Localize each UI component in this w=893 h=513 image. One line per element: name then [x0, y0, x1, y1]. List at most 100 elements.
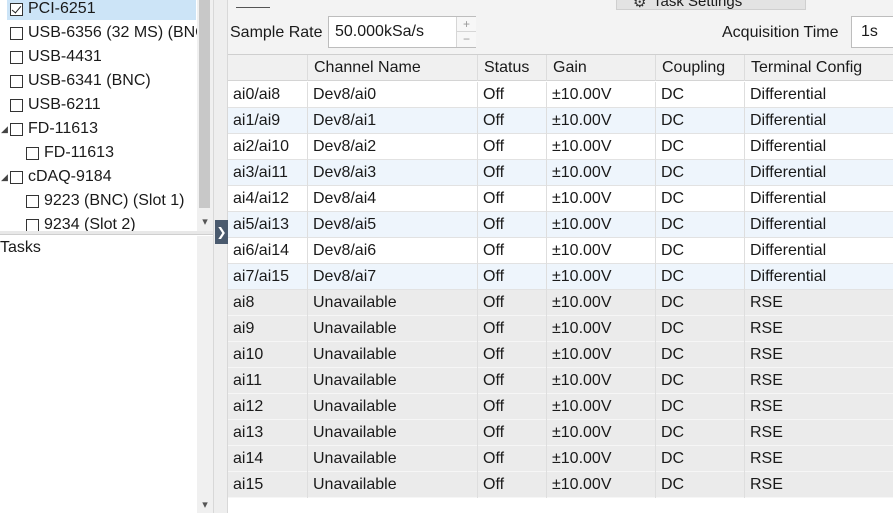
- channel-cell[interactable]: ai2/ai10: [228, 134, 308, 160]
- channel-cell[interactable]: ai7/ai15: [228, 264, 308, 290]
- terminal-config-cell[interactable]: RSE: [745, 316, 893, 342]
- pane-splitter-vertical[interactable]: ❯: [213, 0, 228, 513]
- status-cell[interactable]: Off: [478, 264, 547, 290]
- tree-item-checkbox[interactable]: [10, 123, 23, 136]
- table-row[interactable]: ai8 Unavailable Off ±10.00V DC RSE: [228, 290, 893, 316]
- channel-name-cell[interactable]: Unavailable: [308, 342, 478, 368]
- channel-name-cell[interactable]: Dev8/ai3: [308, 160, 478, 186]
- tree-item[interactable]: USB-6341 (BNC): [0, 69, 197, 93]
- tree-item[interactable]: PCI-6251: [0, 0, 197, 21]
- status-cell[interactable]: Off: [478, 472, 547, 498]
- table-row[interactable]: ai3/ai11 Dev8/ai3 Off ±10.00V DC Differential: [228, 160, 893, 186]
- terminal-config-cell[interactable]: RSE: [745, 290, 893, 316]
- status-cell[interactable]: Off: [478, 212, 547, 238]
- acquisition-time-input[interactable]: [861, 23, 893, 41]
- gain-cell[interactable]: ±10.00V: [547, 82, 656, 108]
- tree-item[interactable]: USB-6211: [0, 93, 197, 117]
- channel-name-cell[interactable]: Dev8/ai2: [308, 134, 478, 160]
- terminal-config-cell[interactable]: Differential: [745, 108, 893, 134]
- channel-cell[interactable]: ai0/ai8: [228, 82, 308, 108]
- gain-cell[interactable]: ±10.00V: [547, 394, 656, 420]
- coupling-cell[interactable]: DC: [656, 108, 745, 134]
- terminal-config-cell[interactable]: RSE: [745, 446, 893, 472]
- status-cell[interactable]: Off: [478, 108, 547, 134]
- channel-name-cell[interactable]: Unavailable: [308, 420, 478, 446]
- table-row[interactable]: ai6/ai14 Dev8/ai6 Off ±10.00V DC Differential: [228, 238, 893, 264]
- gain-cell[interactable]: ±10.00V: [547, 186, 656, 212]
- channel-name-cell[interactable]: Dev8/ai0: [308, 82, 478, 108]
- channel-cell[interactable]: ai6/ai14: [228, 238, 308, 264]
- tree-item-checkbox[interactable]: [10, 27, 23, 40]
- channel-cell[interactable]: ai1/ai9: [228, 108, 308, 134]
- terminal-config-cell[interactable]: RSE: [745, 368, 893, 394]
- terminal-config-cell[interactable]: Differential: [745, 160, 893, 186]
- tasks-scrollbar[interactable]: ▾: [197, 236, 213, 513]
- table-row[interactable]: ai9 Unavailable Off ±10.00V DC RSE: [228, 316, 893, 342]
- gain-cell[interactable]: ±10.00V: [547, 264, 656, 290]
- terminal-config-cell[interactable]: Differential: [745, 82, 893, 108]
- scrollbar-thumb[interactable]: [199, 0, 210, 208]
- channel-name-cell[interactable]: Dev8/ai4: [308, 186, 478, 212]
- terminal-config-cell[interactable]: Differential: [745, 264, 893, 290]
- tab-partial[interactable]: [236, 0, 270, 8]
- coupling-cell[interactable]: DC: [656, 394, 745, 420]
- tree-item-checkbox[interactable]: [10, 99, 23, 112]
- gain-cell[interactable]: ±10.00V: [547, 446, 656, 472]
- terminal-config-cell[interactable]: RSE: [745, 472, 893, 498]
- status-cell[interactable]: Off: [478, 368, 547, 394]
- coupling-cell[interactable]: DC: [656, 446, 745, 472]
- column-header[interactable]: [228, 55, 308, 81]
- pane-splitter-horizontal[interactable]: [0, 231, 213, 235]
- table-row[interactable]: ai5/ai13 Dev8/ai5 Off ±10.00V DC Differential: [228, 212, 893, 238]
- gain-cell[interactable]: ±10.00V: [547, 212, 656, 238]
- channel-cell[interactable]: ai15: [228, 472, 308, 498]
- channel-cell[interactable]: ai10: [228, 342, 308, 368]
- channel-name-cell[interactable]: Unavailable: [308, 446, 478, 472]
- tree-item-checkbox[interactable]: [10, 51, 23, 64]
- gain-cell[interactable]: ±10.00V: [547, 290, 656, 316]
- status-cell[interactable]: Off: [478, 316, 547, 342]
- channel-name-cell[interactable]: Dev8/ai5: [308, 212, 478, 238]
- tree-item-checkbox[interactable]: [26, 147, 39, 160]
- collapse-pane-button[interactable]: ❯: [215, 220, 228, 244]
- channel-cell[interactable]: ai13: [228, 420, 308, 446]
- table-row[interactable]: ai7/ai15 Dev8/ai7 Off ±10.00V DC Differential: [228, 264, 893, 290]
- acquisition-time-field[interactable]: [851, 16, 893, 48]
- status-cell[interactable]: Off: [478, 134, 547, 160]
- coupling-cell[interactable]: DC: [656, 290, 745, 316]
- table-row[interactable]: ai10 Unavailable Off ±10.00V DC RSE: [228, 342, 893, 368]
- terminal-config-cell[interactable]: RSE: [745, 420, 893, 446]
- table-row[interactable]: ai14 Unavailable Off ±10.00V DC RSE: [228, 446, 893, 472]
- tree-item[interactable]: 9234 (Slot 2): [0, 213, 197, 231]
- terminal-config-cell[interactable]: RSE: [745, 394, 893, 420]
- channel-name-cell[interactable]: Unavailable: [308, 368, 478, 394]
- coupling-cell[interactable]: DC: [656, 472, 745, 498]
- gain-cell[interactable]: ±10.00V: [547, 238, 656, 264]
- column-header-coupling[interactable]: Coupling: [656, 55, 745, 81]
- channel-name-cell[interactable]: Unavailable: [308, 472, 478, 498]
- status-cell[interactable]: Off: [478, 160, 547, 186]
- channel-name-cell[interactable]: Dev8/ai1: [308, 108, 478, 134]
- coupling-cell[interactable]: DC: [656, 186, 745, 212]
- channel-name-cell[interactable]: Unavailable: [308, 316, 478, 342]
- gain-cell[interactable]: ±10.00V: [547, 160, 656, 186]
- coupling-cell[interactable]: DC: [656, 82, 745, 108]
- device-tree-scrollbar[interactable]: ▾: [197, 0, 213, 231]
- channel-cell[interactable]: ai5/ai13: [228, 212, 308, 238]
- table-row[interactable]: ai1/ai9 Dev8/ai1 Off ±10.00V DC Differential: [228, 108, 893, 134]
- status-cell[interactable]: Off: [478, 186, 547, 212]
- terminal-config-cell[interactable]: Differential: [745, 238, 893, 264]
- channel-name-cell[interactable]: Dev8/ai6: [308, 238, 478, 264]
- coupling-cell[interactable]: DC: [656, 342, 745, 368]
- sample-rate-field[interactable]: + −: [328, 16, 476, 48]
- coupling-cell[interactable]: DC: [656, 160, 745, 186]
- channel-cell[interactable]: ai9: [228, 316, 308, 342]
- channel-name-cell[interactable]: Dev8/ai7: [308, 264, 478, 290]
- channel-name-cell[interactable]: Unavailable: [308, 290, 478, 316]
- tree-item[interactable]: USB-4431: [0, 45, 197, 69]
- gain-cell[interactable]: ±10.00V: [547, 134, 656, 160]
- channel-cell[interactable]: ai12: [228, 394, 308, 420]
- status-cell[interactable]: Off: [478, 342, 547, 368]
- tree-item-checkbox[interactable]: [26, 219, 39, 231]
- channel-cell[interactable]: ai4/ai12: [228, 186, 308, 212]
